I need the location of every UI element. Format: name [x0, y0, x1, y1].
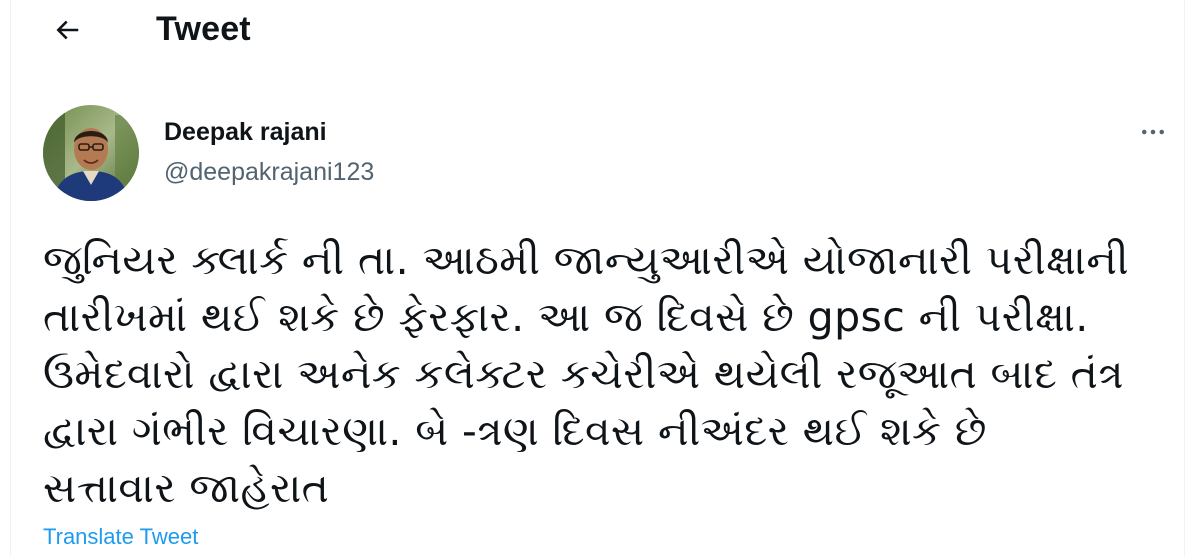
page-header: Tweet [11, 0, 1184, 62]
tweet-text-line: દ્વારા ગંભીર વિચારણા. બે -ત્રણ દિવસ નીઅં… [43, 407, 987, 455]
author-handle[interactable]: @deepakrajani123 [164, 157, 374, 187]
author-name[interactable]: Deepak rajani [164, 117, 327, 147]
profile-photo [43, 105, 139, 201]
tweet-text-line: ઉમેદવારો દ્વારા અનેક કલેક્ટર કચેરીએ થયેલ… [43, 350, 1124, 398]
page-title: Tweet [156, 10, 251, 48]
tweet-text-line: તારીખમાં થઈ શકે છે ફેરફાર. આ જ દિવસે છે … [43, 293, 1089, 341]
translate-tweet-link[interactable]: Translate Tweet [43, 524, 198, 550]
tweet-text-line: સત્તાવાર જાહેરાત [43, 464, 330, 512]
back-button[interactable] [45, 8, 89, 52]
more-horizontal-icon [1142, 129, 1164, 135]
more-options-button[interactable] [1131, 110, 1175, 154]
avatar[interactable] [43, 105, 139, 201]
arrow-left-icon [56, 20, 79, 40]
tweet-text: જુનિયર ક્લાર્ક ની તા. આઠમી જાન્યુઆરીએ યો… [43, 232, 1183, 517]
tweet-page: Tweet Deepak rajani @deepakrajani123 જુન… [10, 0, 1185, 556]
tweet-text-line: જુનિયર ક્લાર્ક ની તા. આઠમી જાન્યુઆરીએ યો… [43, 236, 1129, 284]
